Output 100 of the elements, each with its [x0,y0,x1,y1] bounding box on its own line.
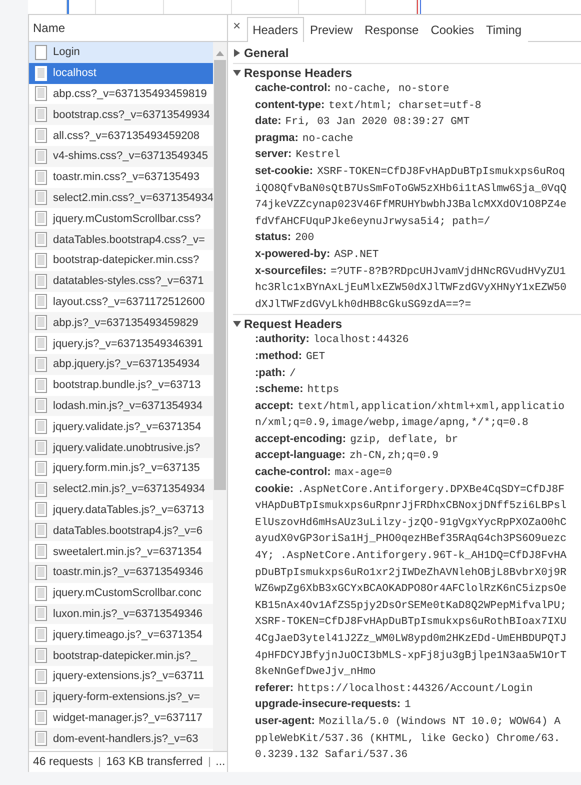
document-icon [35,460,47,476]
request-name: jquery.form.min.js?_v=637135 [53,462,200,474]
request-name: jquery.mCustomScrollbar.conc [53,587,202,600]
section-header[interactable]: General [233,44,581,62]
request-row[interactable]: abp.js?_v=637135493459829 [29,312,213,334]
collapse-triangle-icon [233,320,241,328]
header-entry: accept-language: zh-CN,zh;q=0.9 [254,448,440,464]
header-entry: server: Kestrel [254,147,342,164]
document-icon [35,398,47,414]
request-row[interactable]: dom-event-handlers.js?_v=63 [29,728,213,750]
document-icon [35,128,47,144]
document-icon [35,86,47,102]
document-icon [35,252,47,268]
request-row[interactable]: jquery.mCustomScrollbar.conc [29,582,213,604]
tab[interactable]: Headers [246,17,304,42]
header-entry: :scheme: https [254,382,340,398]
request-name: toastr.min.css?_v=637135493 [53,171,200,184]
request-name: jquery-extensions.js?_v=63711 [53,670,204,682]
document-icon [35,315,47,330]
request-name: abp.css?_v=637135493459819 [53,88,207,100]
document-icon [35,523,47,538]
document-icon [35,482,47,497]
status-more: ... [216,756,226,768]
collapse-triangle-icon [233,68,241,76]
document-icon [35,148,47,164]
request-name: jquery.js?_v=63713549346391 [53,338,203,350]
document-icon [35,378,47,393]
document-icon [35,170,47,185]
scroll-up-arrow-icon[interactable] [216,50,224,56]
document-icon [35,232,47,248]
request-row[interactable]: dataTables.bootstrap4.js?_v=6 [29,520,213,542]
document-icon [35,107,47,122]
document-icon [35,440,47,456]
request-name: luxon.min.js?_v=63713549346 [53,608,203,620]
request-row[interactable]: bootstrap.css?_v=63713549934 [29,104,213,126]
request-name: select2.min.js?_v=6371354934 [53,483,205,496]
request-row[interactable]: dataTables.bootstrap4.css?_v= [29,229,213,250]
document-icon [35,419,47,434]
document-icon [35,668,47,684]
request-name: bootstrap.bundle.js?_v=63713 [53,379,201,392]
request-row[interactable]: toastr.min.js?_v=63713549346 [29,562,213,583]
request-row[interactable]: jquery-form-extensions.js?_v= [29,686,213,708]
document-icon [35,502,47,518]
request-name: layout.css?_v=6371172512600 [53,296,205,308]
request-name: Login [53,46,80,58]
request-name: bootstrap-datepicker.min.css? [53,254,200,266]
header-entry: set-cookie: XSRF-TOKEN=CfDJ8FvHApDuBTpIsmukxps6uRoq iQO8QfvBaN0sQtB7UsSmFoToGW5zXHb6i1tASlmw6Sja_0VqQ 74jkeVZZcynap023V46FfMRUHYbwbhJ3BalcMXXdOV1O8PZ4e fdVfAHCFUquPJke6eynuJrwysa5i4; path=/ [254,164,568,230]
request-name: jquery.dataTables.js?_v=63713 [53,504,204,516]
header-entry: x-sourcefiles: =?UTF-8?B?RDpcUHJvamVjdHNcRGVudHVyZU1 hc3Rlc1xBYnAxLjEuMlxEZW50dXJlTWFzdGVyXHNyY1xEZW50 dXJlTWFzdGVyLkh0dHB8cGkuSG9zdA==?= [254,264,568,313]
document-icon [35,690,47,705]
request-name: jquery.validate.unobtrusive.js? [53,442,200,454]
request-name: abp.js?_v=637135493459829 [53,316,198,329]
document-icon [35,627,47,642]
file-icon [35,44,47,60]
document-icon [35,356,47,372]
request-name: widget-manager.js?_v=637117 [53,712,202,724]
header-entry: status: 200 [254,230,316,246]
header-entry: x-powered-by: ASP.NET [254,246,380,263]
request-row[interactable]: jquery.validate.unobtrusive.js? [29,437,213,458]
section-header[interactable]: Response Headers [233,63,581,81]
document-icon [35,586,47,601]
request-name: lodash.min.js?_v=6371354934 [53,400,203,412]
request-name: jquery.validate.js?_v=6371354 [53,420,202,433]
request-name: toastr.min.js?_v=63713549346 [53,566,204,578]
document-icon [35,274,47,289]
request-row[interactable]: lodash.min.js?_v=6371354934 [29,396,213,416]
document-icon [35,564,47,580]
header-entry: cache-control: max-age=0 [254,465,394,482]
request-row[interactable]: datatables-styles.css?_v=6371 [29,270,213,292]
header-entry: :authority: localhost:44326 [254,332,410,348]
transferred-size: 163 KB transferred [106,756,203,768]
request-row[interactable]: v4-shims.css?_v=63713549345 [29,146,213,167]
document-icon [35,190,47,206]
request-row[interactable]: bootstrap-datepicker.min.js?_ [29,645,213,666]
close-button[interactable]: × [231,18,247,38]
request-name: jquery-form-extensions.js?_v= [53,691,200,704]
request-row[interactable]: abp.css?_v=637135493459819 [29,84,213,104]
request-row[interactable]: jquery.dataTables.js?_v=63713 [29,500,213,520]
header-entry: date: Fri, 03 Jan 2020 08:39:27 GMT [254,114,471,130]
request-name: select2.min.css?_v=6371354934 [53,192,213,204]
request-row[interactable]: select2.min.js?_v=6371354934 [29,478,213,500]
document-icon [35,336,47,352]
request-name: jquery.mCustomScrollbar.css? [53,212,201,225]
request-row[interactable]: abp.jquery.js?_v=6371354934 [29,354,213,375]
request-name: all.css?_v=637135493459208 [53,130,200,142]
scrollbar[interactable] [213,42,227,751]
request-row[interactable]: layout.css?_v=6371172512600 [29,292,213,312]
request-row[interactable]: Login [29,42,213,63]
document-icon [35,544,47,560]
header-entry: accept-encoding: gzip, deflate, br [254,432,460,448]
section-header[interactable]: Request Headers [233,314,581,332]
request-row[interactable]: select2.min.css?_v=6371354934 [29,188,213,208]
request-name: bootstrap.css?_v=63713549934 [53,108,210,121]
expand-triangle-icon [233,49,241,57]
document-icon [35,606,47,622]
header-entry: user-agent: Mozilla/5.0 (Windows NT 10.0; WOW64) A ppleWebKit/537.36 (KHTML, like Gecko) Chrome/63. 0.3239.132 Safari/537.36 [254,714,562,764]
request-row[interactable]: localhost [29,62,213,84]
document-icon [35,294,47,310]
request-row[interactable]: widget-manager.js?_v=637117 [29,708,213,728]
request-row[interactable]: luxon.min.js?_v=63713549346 [29,604,213,624]
